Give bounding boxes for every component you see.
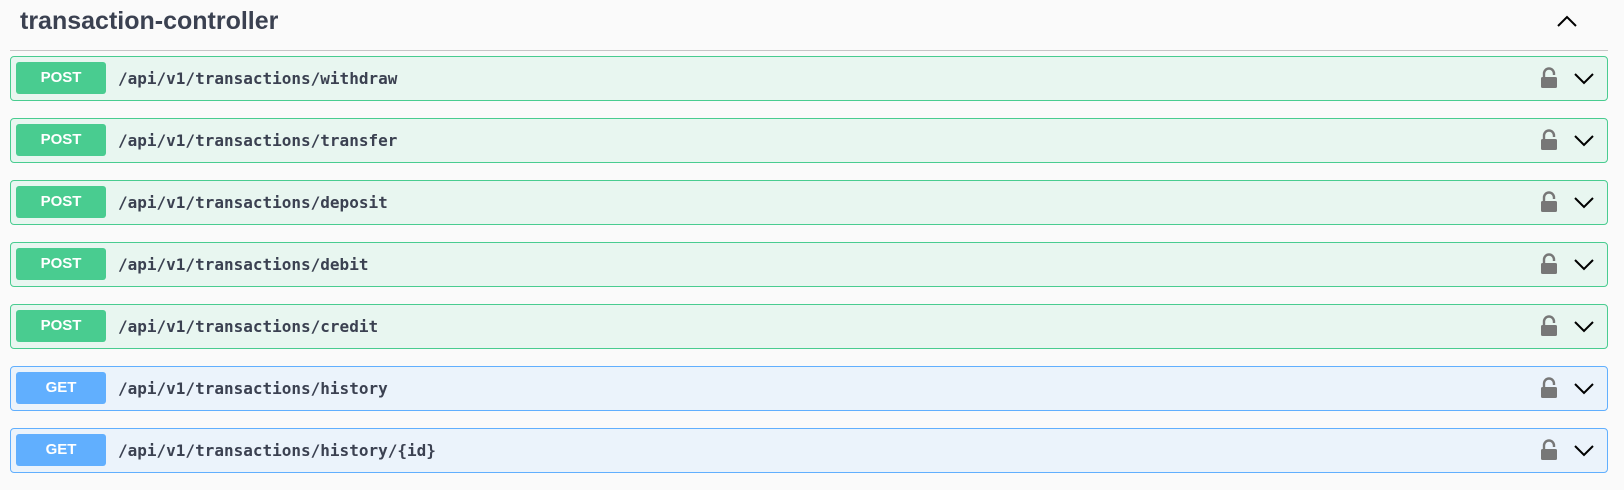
operation-path: /api/v1/transactions/credit: [118, 317, 379, 336]
operation-path: /api/v1/transactions/history: [118, 379, 388, 398]
lock-icon[interactable]: [1539, 253, 1559, 275]
chevron-down-icon[interactable]: [1573, 379, 1595, 397]
lock-icon[interactable]: [1539, 129, 1559, 151]
operation-path: /api/v1/transactions/history/{id}: [118, 441, 436, 460]
lock-icon[interactable]: [1539, 315, 1559, 337]
chevron-down-icon[interactable]: [1573, 193, 1595, 211]
operation-post-deposit[interactable]: POST /api/v1/transactions/deposit: [10, 180, 1608, 225]
chevron-up-icon[interactable]: [1554, 10, 1580, 32]
chevron-down-icon[interactable]: [1573, 441, 1595, 459]
operation-post-withdraw[interactable]: POST /api/v1/transactions/withdraw: [10, 56, 1608, 101]
operation-post-transfer[interactable]: POST /api/v1/transactions/transfer: [10, 118, 1608, 163]
method-badge: POST: [16, 248, 106, 280]
lock-icon[interactable]: [1539, 67, 1559, 89]
method-badge: GET: [16, 372, 106, 404]
section-title: transaction-controller: [20, 7, 279, 35]
operation-path: /api/v1/transactions/withdraw: [118, 69, 398, 88]
operation-post-debit[interactable]: POST /api/v1/transactions/debit: [10, 242, 1608, 287]
chevron-down-icon[interactable]: [1573, 255, 1595, 273]
transaction-controller-section: transaction-controller POST /api/v1/tran…: [0, 0, 1624, 488]
chevron-down-icon[interactable]: [1573, 131, 1595, 149]
operation-path: /api/v1/transactions/transfer: [118, 131, 398, 150]
chevron-down-icon[interactable]: [1573, 317, 1595, 335]
method-badge: POST: [16, 124, 106, 156]
method-badge: POST: [16, 310, 106, 342]
operation-path: /api/v1/transactions/debit: [118, 255, 369, 274]
operation-path: /api/v1/transactions/deposit: [118, 193, 388, 212]
lock-icon[interactable]: [1539, 439, 1559, 461]
operation-get-history[interactable]: GET /api/v1/transactions/history: [10, 366, 1608, 411]
lock-icon[interactable]: [1539, 377, 1559, 399]
method-badge: POST: [16, 186, 106, 218]
operation-get-history-by-id[interactable]: GET /api/v1/transactions/history/{id}: [10, 428, 1608, 473]
lock-icon[interactable]: [1539, 191, 1559, 213]
method-badge: GET: [16, 434, 106, 466]
operation-post-credit[interactable]: POST /api/v1/transactions/credit: [10, 304, 1608, 349]
section-header[interactable]: transaction-controller: [10, 0, 1608, 51]
operations-list: POST /api/v1/transactions/withdraw POST …: [10, 56, 1608, 490]
chevron-down-icon[interactable]: [1573, 69, 1595, 87]
method-badge: POST: [16, 62, 106, 94]
